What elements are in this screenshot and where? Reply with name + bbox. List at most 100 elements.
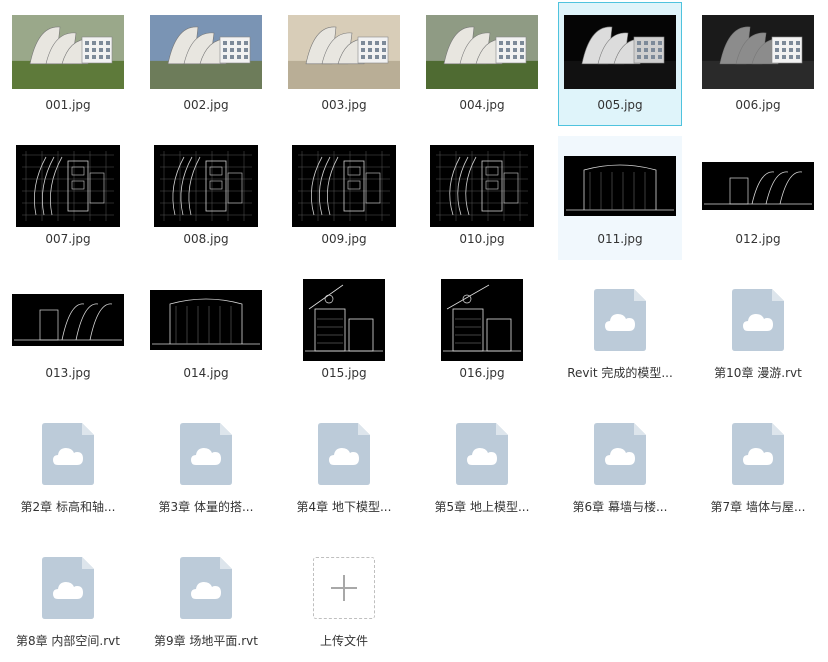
cloud-file-icon	[732, 289, 784, 351]
file-name: 006.jpg	[735, 98, 781, 112]
file-grid: 001.jpg 002.jpg 003.jpg 004.jpg 005.jpg 006.j…	[0, 0, 828, 654]
file-name: 016.jpg	[459, 366, 505, 380]
file-item-image[interactable]: 006.jpg	[696, 2, 820, 126]
file-thumbnail	[559, 277, 681, 363]
file-item-rvt[interactable]: 第4章 地下模型...	[282, 404, 406, 528]
file-item-rvt[interactable]: 第9章 场地平面.rvt	[144, 538, 268, 662]
file-thumbnail	[145, 545, 267, 631]
file-name: 009.jpg	[321, 232, 367, 246]
cloud-file-icon	[594, 289, 646, 351]
file-name: 第5章 地上模型...	[434, 500, 530, 514]
file-item-image[interactable]: 016.jpg	[420, 270, 544, 394]
file-thumbnail	[697, 411, 819, 497]
file-item-image[interactable]: 012.jpg	[696, 136, 820, 260]
file-name: Revit 完成的模型...	[567, 366, 673, 380]
file-name: 第2章 标高和轴...	[20, 500, 116, 514]
file-item-rvt[interactable]: 第10章 漫游.rvt	[696, 270, 820, 394]
image-preview	[564, 15, 676, 89]
image-preview	[430, 145, 534, 227]
file-item-image[interactable]: 015.jpg	[282, 270, 406, 394]
file-thumbnail	[283, 411, 405, 497]
image-preview	[426, 15, 538, 89]
file-item-image[interactable]: 011.jpg	[558, 136, 682, 260]
file-item-image[interactable]: 009.jpg	[282, 136, 406, 260]
file-thumbnail	[421, 411, 543, 497]
file-name: 第6章 幕墙与楼...	[572, 500, 668, 514]
file-name: 第10章 漫游.rvt	[714, 366, 802, 380]
image-preview	[702, 162, 814, 210]
file-item-image[interactable]: 007.jpg	[6, 136, 130, 260]
file-thumbnail	[7, 277, 129, 363]
image-preview	[303, 279, 385, 361]
file-thumbnail	[421, 277, 543, 363]
cloud-file-icon	[180, 557, 232, 619]
file-thumbnail	[7, 411, 129, 497]
upload-file-button[interactable]: 上传文件	[282, 538, 406, 662]
file-name: 上传文件	[319, 634, 368, 648]
file-name: 004.jpg	[459, 98, 505, 112]
file-name: 007.jpg	[45, 232, 91, 246]
image-preview	[154, 145, 258, 227]
plus-icon	[331, 575, 357, 601]
file-item-image[interactable]: 010.jpg	[420, 136, 544, 260]
file-thumbnail	[7, 143, 129, 229]
file-thumbnail	[283, 9, 405, 95]
file-thumbnail	[145, 143, 267, 229]
file-name: 005.jpg	[597, 98, 643, 112]
file-name: 013.jpg	[45, 366, 91, 380]
file-name: 015.jpg	[321, 366, 367, 380]
file-item-rvt[interactable]: 第3章 体量的搭...	[144, 404, 268, 528]
file-item-rvt[interactable]: Revit 完成的模型...	[558, 270, 682, 394]
image-preview	[16, 145, 120, 227]
file-item-image[interactable]: 005.jpg	[558, 2, 682, 126]
file-item-image[interactable]: 003.jpg	[282, 2, 406, 126]
cloud-file-icon	[594, 423, 646, 485]
file-item-image[interactable]: 002.jpg	[144, 2, 268, 126]
image-preview	[564, 156, 676, 216]
file-name: 012.jpg	[735, 232, 781, 246]
file-thumbnail	[697, 9, 819, 95]
file-thumbnail	[7, 545, 129, 631]
file-name: 014.jpg	[183, 366, 229, 380]
image-preview	[702, 15, 814, 89]
file-item-rvt[interactable]: 第8章 内部空间.rvt	[6, 538, 130, 662]
file-name: 001.jpg	[45, 98, 91, 112]
cloud-file-icon	[456, 423, 508, 485]
file-name: 003.jpg	[321, 98, 367, 112]
cloud-file-icon	[318, 423, 370, 485]
file-thumbnail	[145, 411, 267, 497]
file-item-rvt[interactable]: 第5章 地上模型...	[420, 404, 544, 528]
file-item-image[interactable]: 008.jpg	[144, 136, 268, 260]
file-thumbnail	[145, 9, 267, 95]
file-thumbnail	[697, 277, 819, 363]
file-name: 第8章 内部空间.rvt	[15, 634, 120, 648]
file-item-rvt[interactable]: 第7章 墙体与屋...	[696, 404, 820, 528]
file-name: 002.jpg	[183, 98, 229, 112]
file-name: 第4章 地下模型...	[296, 500, 392, 514]
file-item-rvt[interactable]: 第2章 标高和轴...	[6, 404, 130, 528]
file-thumbnail	[559, 411, 681, 497]
file-thumbnail	[559, 143, 681, 229]
file-item-image[interactable]: 013.jpg	[6, 270, 130, 394]
image-preview	[292, 145, 396, 227]
file-item-image[interactable]: 004.jpg	[420, 2, 544, 126]
file-thumbnail	[7, 9, 129, 95]
file-name: 第3章 体量的搭...	[158, 500, 254, 514]
file-name: 011.jpg	[597, 232, 643, 246]
file-item-image[interactable]: 001.jpg	[6, 2, 130, 126]
image-preview	[150, 15, 262, 89]
file-item-image[interactable]: 014.jpg	[144, 270, 268, 394]
image-preview	[12, 294, 124, 346]
file-thumbnail	[283, 277, 405, 363]
file-thumbnail	[283, 143, 405, 229]
cloud-file-icon	[42, 423, 94, 485]
file-item-rvt[interactable]: 第6章 幕墙与楼...	[558, 404, 682, 528]
file-name: 第7章 墙体与屋...	[710, 500, 806, 514]
file-thumbnail	[145, 277, 267, 363]
file-thumbnail	[421, 9, 543, 95]
upload-box[interactable]	[313, 557, 375, 619]
image-preview	[150, 290, 262, 350]
file-name: 第9章 场地平面.rvt	[153, 634, 258, 648]
file-name: 010.jpg	[459, 232, 505, 246]
file-thumbnail	[283, 545, 405, 631]
